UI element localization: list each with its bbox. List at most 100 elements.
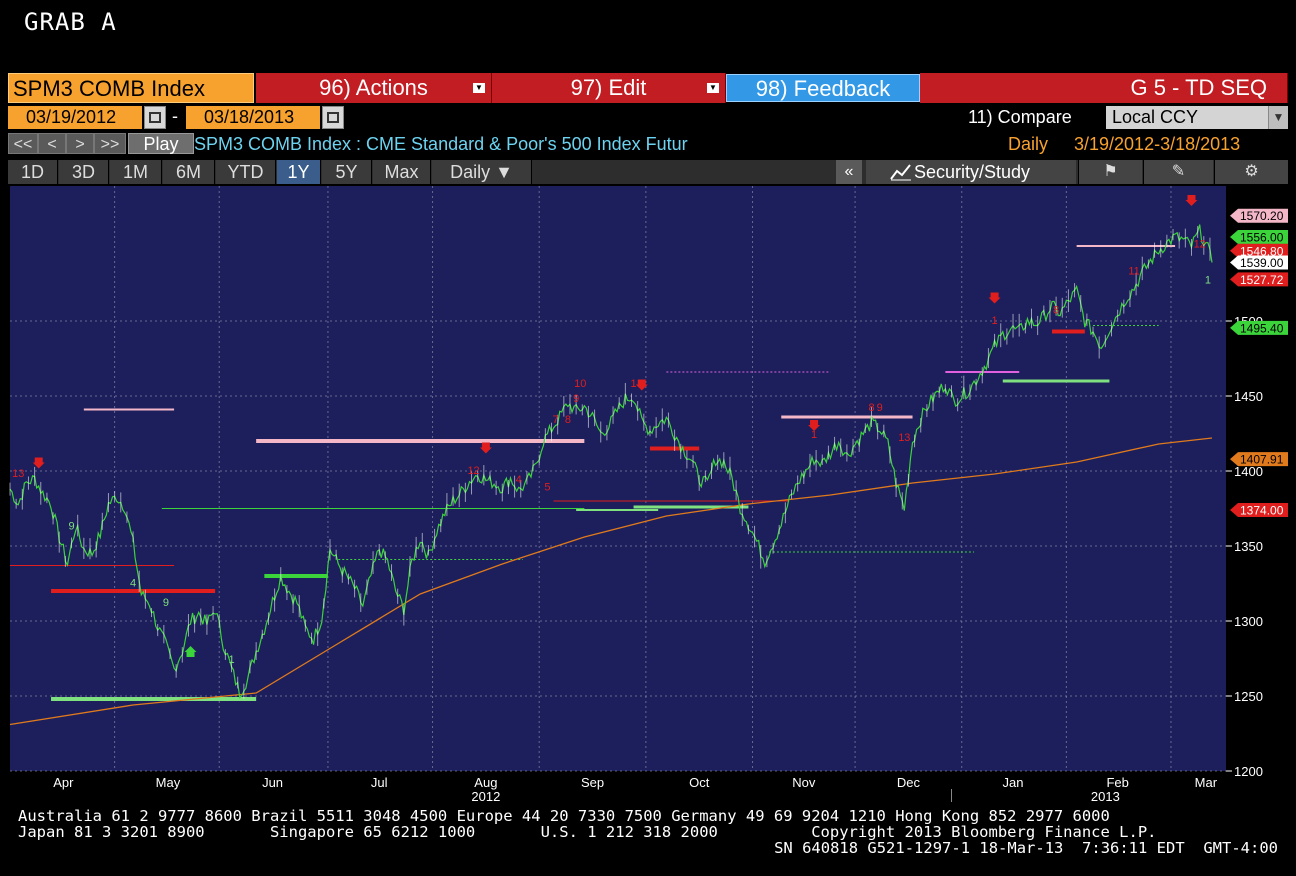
first-page-button[interactable]: <<: [8, 133, 38, 154]
flag-icon[interactable]: ⚑: [1078, 160, 1142, 184]
frequency-dropdown[interactable]: Daily ▼: [432, 160, 532, 184]
td-setup-count: 7: [553, 414, 559, 426]
edit-label: 97) Edit: [570, 75, 647, 100]
year-label: 2012: [471, 789, 500, 802]
x-tick-label: Aug: [474, 775, 497, 790]
start-date-field[interactable]: 03/19/2012: [8, 106, 142, 129]
price-chart[interactable]: 1200125013001350140014501500AprMayJunJul…: [8, 186, 1288, 802]
td-setup-count: 1: [1205, 275, 1211, 287]
draw-tool-icon[interactable]: ✎: [1143, 160, 1213, 184]
price-tag-label: 1570.20: [1240, 209, 1284, 223]
y-tick-label: 1200: [1234, 764, 1263, 779]
price-tag-label: 1374.00: [1240, 504, 1284, 518]
footer-line-2: Japan 81 3 3201 8900 Singapore 65 6212 1…: [18, 823, 1157, 841]
chart-canvas[interactable]: 1200125013001350140014501500AprMayJunJul…: [8, 186, 1288, 802]
calendar-icon[interactable]: [144, 106, 166, 129]
y-tick-label: 1300: [1234, 614, 1263, 629]
price-tag-label: 1407.91: [1240, 453, 1284, 467]
currency-value: Local CCY: [1112, 107, 1199, 127]
date-range-bar: 03/19/2012 - 03/18/2013 11) Compare Loca…: [8, 106, 1288, 130]
tab-ytd[interactable]: YTD: [216, 160, 276, 184]
footer-line-3: SN 640818 G521-1297-1 18-Mar-13 7:36:11 …: [774, 839, 1278, 857]
edit-menu-button[interactable]: 97) Edit ▼: [492, 73, 726, 103]
x-tick-label: Sep: [581, 775, 604, 790]
td-setup-count: 8: [1053, 305, 1059, 317]
window-title: GRAB A: [24, 8, 117, 36]
x-tick-label: Feb: [1106, 775, 1128, 790]
td-setup-count: 5: [544, 482, 550, 494]
gear-icon[interactable]: ⚙: [1214, 160, 1288, 184]
x-tick-label: Jan: [1003, 775, 1024, 790]
end-date-field[interactable]: 03/18/2013: [186, 106, 320, 129]
dropdown-arrow-icon: ▼: [707, 83, 719, 93]
function-toolbar: SPM3 COMB Index 96) Actions ▼ 97) Edit ▼…: [8, 73, 1288, 103]
date-separator: -: [172, 106, 178, 126]
next-button[interactable]: >: [66, 133, 94, 154]
tab-1m[interactable]: 1M: [110, 160, 162, 184]
feedback-button[interactable]: 98) Feedback: [726, 74, 920, 102]
year-label: 2013: [1091, 789, 1120, 802]
navigation-bar: << < > >> Play SPM3 COMB Index : CME Sta…: [8, 133, 1288, 155]
function-title: G 5 - TD SEQ: [920, 73, 1288, 103]
tab-3d[interactable]: 3D: [59, 160, 109, 184]
play-button[interactable]: Play: [128, 133, 194, 154]
td-setup-count: 1: [992, 315, 998, 327]
y-tick-label: 1450: [1234, 389, 1263, 404]
x-tick-label: Mar: [1195, 775, 1218, 790]
x-tick-label: Jun: [262, 775, 283, 790]
frequency-label: Daily: [1008, 134, 1049, 154]
tab-max[interactable]: Max: [373, 160, 431, 184]
footer: Australia 61 2 9777 8600 Brazil 5511 304…: [18, 808, 1278, 856]
x-tick-label: Apr: [53, 775, 74, 790]
td-setup-count: 8: [868, 402, 874, 414]
range-label: 3/19/2012-3/18/2013: [1074, 134, 1241, 154]
td-setup-count: 9: [573, 393, 579, 405]
dropdown-arrow-icon[interactable]: ▼: [1268, 106, 1288, 129]
x-tick-label: May: [156, 775, 181, 790]
plot-area: [10, 186, 1226, 771]
tab-1d[interactable]: 1D: [8, 160, 58, 184]
collapse-icon[interactable]: «: [836, 160, 862, 184]
tab-5y[interactable]: 5Y: [322, 160, 372, 184]
x-tick-label: Jul: [371, 775, 388, 790]
td-setup-count: 11: [1128, 266, 1139, 278]
security-description: SPM3 COMB Index : CME Standard & Poor's …: [194, 134, 688, 154]
td-setup-count: 12: [467, 465, 479, 477]
td-setup-count: 10: [574, 378, 586, 390]
tab-6m[interactable]: 6M: [163, 160, 215, 184]
td-setup-count: 12: [1194, 239, 1206, 251]
dropdown-arrow-icon: ▼: [473, 83, 485, 93]
td-setup-count: 9: [163, 597, 169, 609]
td-setup-count: 13: [898, 432, 910, 444]
last-page-button[interactable]: >>: [94, 133, 126, 154]
price-tag-label: 1495.40: [1240, 321, 1284, 335]
period-tabs: 1D 3D 1M 6M YTD 1Y 5Y Max Daily ▼ « Secu…: [8, 160, 1288, 184]
security-study-label: Security/Study: [914, 162, 1031, 182]
chart-study-icon: [890, 164, 911, 181]
calendar-icon[interactable]: [322, 106, 344, 129]
td-setup-count: 4: [130, 578, 136, 590]
x-tick-label: Oct: [689, 775, 710, 790]
y-tick-label: 1350: [1234, 539, 1263, 554]
compare-label[interactable]: 11) Compare: [968, 106, 1072, 129]
x-tick-label: Dec: [897, 775, 921, 790]
td-setup-count: 13: [12, 468, 24, 480]
y-tick-label: 1250: [1234, 689, 1263, 704]
previous-button[interactable]: <: [38, 133, 66, 154]
security-study-button[interactable]: Security/Study: [866, 160, 1076, 184]
tab-1y[interactable]: 1Y: [277, 160, 321, 184]
td-setup-count: 1: [631, 378, 637, 390]
price-tag-label: 1527.72: [1240, 273, 1284, 287]
currency-select[interactable]: Local CCY ▼: [1106, 106, 1288, 129]
td-setup-count: 8: [565, 414, 571, 426]
actions-menu-button[interactable]: 96) Actions ▼: [256, 73, 492, 103]
td-setup-count: 9: [68, 521, 74, 533]
td-setup-count: 1: [228, 654, 234, 666]
td-setup-count: 9: [877, 402, 883, 414]
x-tick-label: Nov: [792, 775, 816, 790]
price-tag-label: 1556.00: [1240, 231, 1284, 245]
price-tag-label: 1539.00: [1240, 256, 1284, 270]
td-setup-count: 4: [516, 474, 522, 486]
actions-label: 96) Actions: [319, 75, 428, 100]
security-field[interactable]: SPM3 COMB Index: [8, 73, 254, 103]
